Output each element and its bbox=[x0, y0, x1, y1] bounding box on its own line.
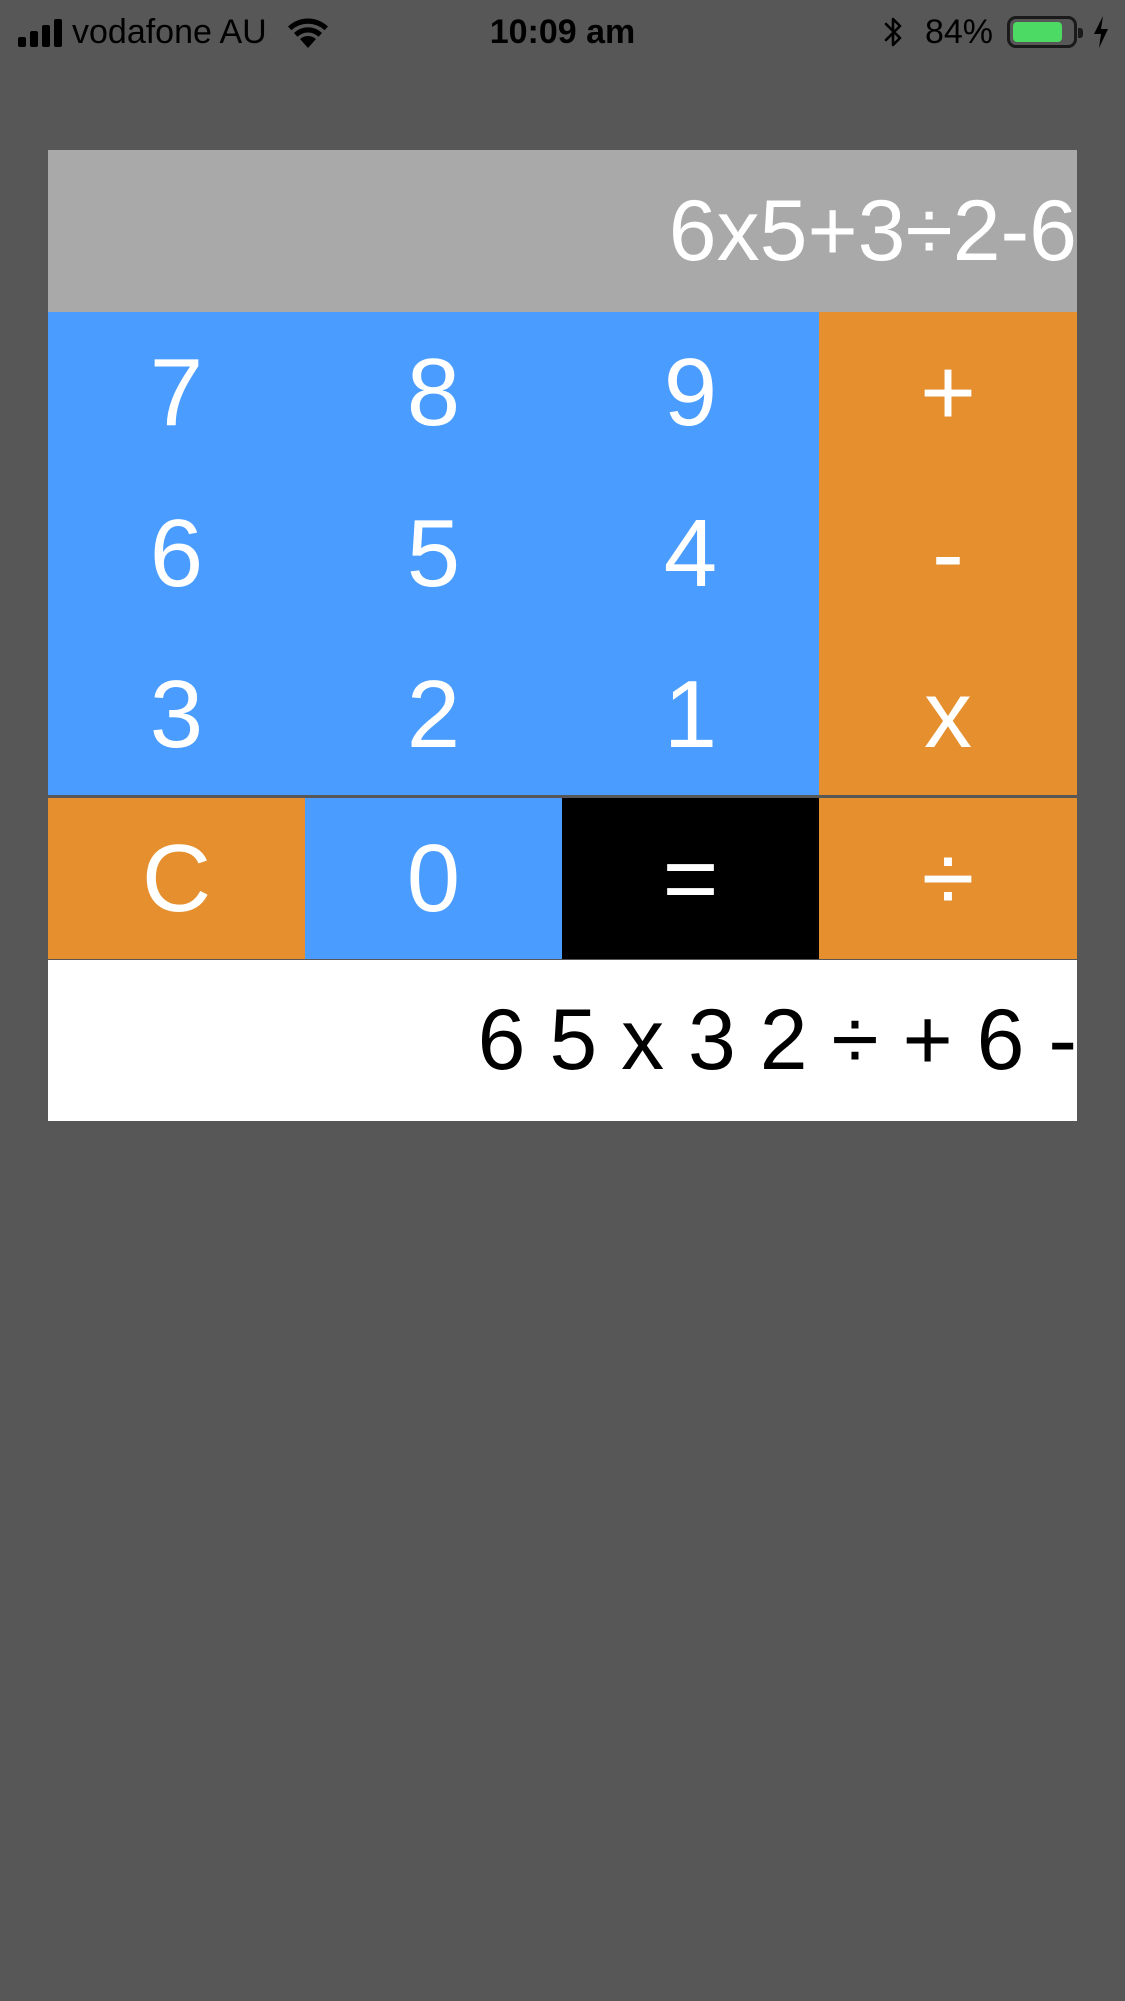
key-3[interactable]: 3 bbox=[48, 634, 305, 795]
key-2[interactable]: 2 bbox=[305, 634, 562, 795]
key-minus[interactable]: - bbox=[819, 473, 1077, 634]
key-clear[interactable]: C bbox=[48, 798, 305, 959]
charging-bolt-icon bbox=[1094, 16, 1108, 48]
key-9[interactable]: 9 bbox=[562, 312, 819, 473]
bluetooth-icon bbox=[884, 17, 902, 47]
key-1[interactable]: 1 bbox=[562, 634, 819, 795]
key-6[interactable]: 6 bbox=[48, 473, 305, 634]
key-8[interactable]: 8 bbox=[305, 312, 562, 473]
battery-cap bbox=[1078, 28, 1083, 38]
key-7[interactable]: 7 bbox=[48, 312, 305, 473]
key-equals[interactable]: = bbox=[562, 798, 819, 959]
status-bar: vodafone AU 10:09 am 84% bbox=[0, 0, 1125, 64]
key-0[interactable]: 0 bbox=[305, 798, 562, 959]
rpn-history: 6 5 x 3 2 ÷ + 6 - bbox=[48, 960, 1077, 1121]
key-plus[interactable]: + bbox=[819, 312, 1077, 473]
battery-level-fill bbox=[1013, 22, 1062, 42]
key-4[interactable]: 4 bbox=[562, 473, 819, 634]
key-5[interactable]: 5 bbox=[305, 473, 562, 634]
key-multiply[interactable]: x bbox=[819, 634, 1077, 795]
battery-percentage: 84% bbox=[924, 13, 993, 51]
battery-icon bbox=[1007, 16, 1083, 48]
calculator: 6x5+3÷2-6 7 8 9 + 6 5 4 - 3 2 1 x C 0 = … bbox=[48, 150, 1077, 1121]
status-bar-right: 84% bbox=[881, 8, 1111, 56]
calculator-display: 6x5+3÷2-6 bbox=[48, 150, 1077, 312]
key-divide[interactable]: ÷ bbox=[819, 798, 1077, 959]
